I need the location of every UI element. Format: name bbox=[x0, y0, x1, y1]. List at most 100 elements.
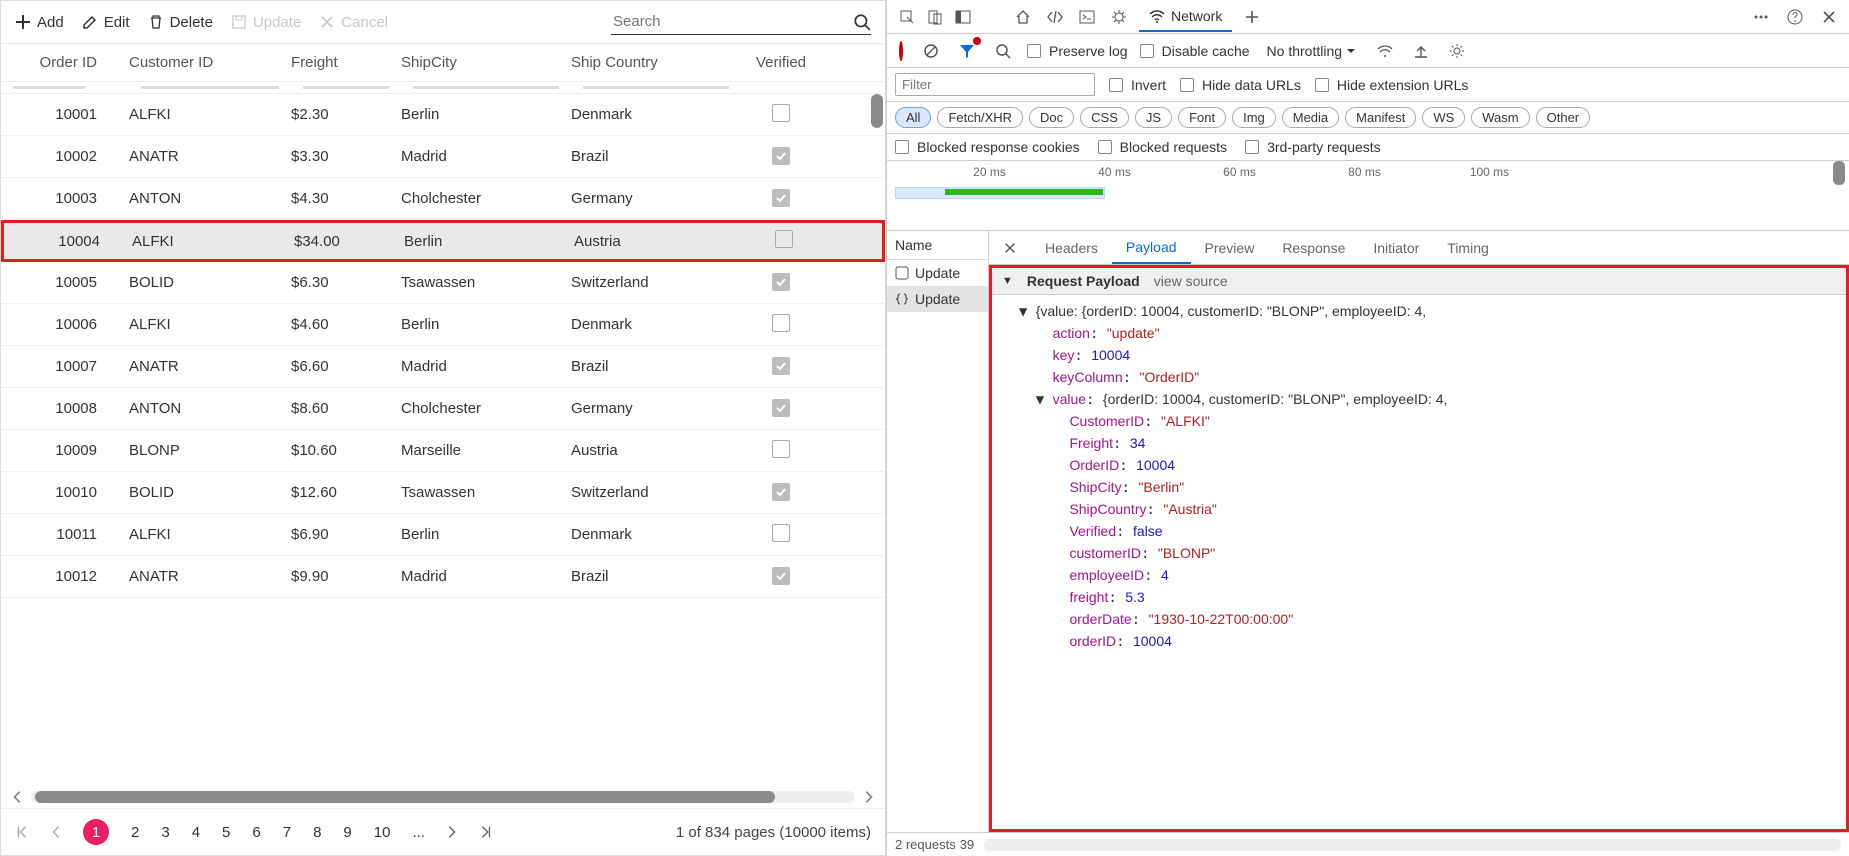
table-row[interactable]: 10010BOLID$12.60TsawassenSwitzerland bbox=[1, 472, 885, 514]
page-number[interactable]: 6 bbox=[252, 824, 260, 841]
network-conditions-icon[interactable] bbox=[1373, 39, 1397, 63]
table-row[interactable]: 10011ALFKI$6.90BerlinDenmark bbox=[1, 514, 885, 556]
pager-next-icon[interactable] bbox=[445, 825, 459, 839]
page-number[interactable]: 3 bbox=[161, 824, 169, 841]
col-ship-city[interactable]: ShipCity bbox=[401, 54, 571, 71]
table-row[interactable]: 10008ANTON$8.60CholchesterGermany bbox=[1, 388, 885, 430]
type-filter-pill[interactable]: Doc bbox=[1029, 107, 1074, 128]
settings-icon[interactable] bbox=[1445, 39, 1469, 63]
clear-icon[interactable] bbox=[919, 39, 943, 63]
verified-checkbox[interactable] bbox=[772, 524, 790, 542]
preview-tab[interactable]: Preview bbox=[1191, 231, 1269, 264]
hide-data-urls-checkbox[interactable]: Hide data URLs bbox=[1180, 77, 1301, 93]
view-source-link[interactable]: view source bbox=[1154, 273, 1228, 289]
page-number[interactable]: 5 bbox=[222, 824, 230, 841]
table-row[interactable]: 10012ANATR$9.90MadridBrazil bbox=[1, 556, 885, 598]
search-icon[interactable] bbox=[991, 39, 1015, 63]
search-icon[interactable] bbox=[853, 13, 871, 31]
blocked-requests-checkbox[interactable]: Blocked requests bbox=[1098, 139, 1227, 155]
type-filter-pill[interactable]: Img bbox=[1232, 107, 1276, 128]
new-tab-icon[interactable] bbox=[1240, 5, 1264, 29]
col-order-id[interactable]: Order ID bbox=[1, 54, 121, 71]
type-filter-pill[interactable]: Other bbox=[1536, 107, 1591, 128]
type-filter-pill[interactable]: Wasm bbox=[1471, 107, 1529, 128]
timeline[interactable]: 20 ms 40 ms 60 ms 80 ms 100 ms bbox=[887, 161, 1849, 231]
page-number[interactable]: 2 bbox=[131, 824, 139, 841]
page-number[interactable]: 9 bbox=[343, 824, 351, 841]
filter-box[interactable] bbox=[13, 86, 85, 89]
type-filter-pill[interactable]: JS bbox=[1135, 107, 1172, 128]
footer-scrollbar[interactable] bbox=[984, 839, 1841, 851]
request-item[interactable]: Update bbox=[887, 260, 988, 286]
verified-checkbox[interactable] bbox=[772, 483, 790, 501]
page-number[interactable]: 1 bbox=[83, 819, 109, 845]
filter-box[interactable] bbox=[413, 86, 559, 89]
verified-checkbox[interactable] bbox=[772, 189, 790, 207]
invert-checkbox[interactable]: Invert bbox=[1109, 77, 1166, 93]
filter-funnel-icon[interactable] bbox=[955, 39, 979, 63]
page-number[interactable]: ... bbox=[412, 824, 425, 841]
update-button[interactable]: Update bbox=[231, 14, 301, 31]
search-input[interactable] bbox=[611, 9, 853, 34]
verified-checkbox[interactable] bbox=[772, 357, 790, 375]
request-item[interactable]: Update bbox=[887, 286, 988, 312]
col-verified[interactable]: Verified bbox=[741, 54, 821, 71]
col-ship-country[interactable]: Ship Country bbox=[571, 54, 741, 71]
type-filter-pill[interactable]: WS bbox=[1422, 107, 1465, 128]
throttling-select[interactable]: No throttling bbox=[1262, 40, 1361, 62]
type-filter-pill[interactable]: Fetch/XHR bbox=[937, 107, 1023, 128]
table-row[interactable]: 10009BLONP$10.60MarseilleAustria bbox=[1, 430, 885, 472]
scroll-thumb[interactable] bbox=[35, 791, 775, 803]
network-tab[interactable]: Network bbox=[1139, 2, 1232, 32]
vertical-scrollbar[interactable] bbox=[871, 94, 883, 786]
payload-section-header[interactable]: ▼ Request Payload view source bbox=[992, 268, 1846, 295]
table-row[interactable]: 10005BOLID$6.30TsawassenSwitzerland bbox=[1, 262, 885, 304]
headers-tab[interactable]: Headers bbox=[1031, 231, 1112, 264]
pager-first-icon[interactable] bbox=[15, 825, 29, 839]
filter-box[interactable] bbox=[583, 86, 729, 89]
scroll-right-icon[interactable] bbox=[861, 790, 875, 804]
hide-ext-urls-checkbox[interactable]: Hide extension URLs bbox=[1315, 77, 1469, 93]
page-number[interactable]: 7 bbox=[283, 824, 291, 841]
third-party-checkbox[interactable]: 3rd-party requests bbox=[1245, 139, 1381, 155]
page-number[interactable]: 8 bbox=[313, 824, 321, 841]
console-icon[interactable] bbox=[1075, 5, 1099, 29]
verified-checkbox[interactable] bbox=[772, 104, 790, 122]
table-row[interactable]: 10002ANATR$3.30MadridBrazil bbox=[1, 136, 885, 178]
help-icon[interactable] bbox=[1783, 5, 1807, 29]
type-filter-pill[interactable]: Font bbox=[1178, 107, 1226, 128]
type-filter-pill[interactable]: All bbox=[895, 107, 931, 128]
search-box[interactable] bbox=[611, 9, 871, 35]
verified-checkbox[interactable] bbox=[772, 399, 790, 417]
collapse-icon[interactable]: ▼ bbox=[1002, 275, 1013, 287]
type-filter-pill[interactable]: Manifest bbox=[1345, 107, 1416, 128]
response-tab[interactable]: Response bbox=[1268, 231, 1359, 264]
verified-checkbox[interactable] bbox=[772, 567, 790, 585]
add-button[interactable]: Add bbox=[15, 14, 64, 31]
table-row[interactable]: 10007ANATR$6.60MadridBrazil bbox=[1, 346, 885, 388]
table-row[interactable]: 10001ALFKI$2.30BerlinDenmark bbox=[1, 94, 885, 136]
table-row[interactable]: 10006ALFKI$4.60BerlinDenmark bbox=[1, 304, 885, 346]
table-row[interactable]: 10003ANTON$4.30CholchesterGermany bbox=[1, 178, 885, 220]
device-icon[interactable] bbox=[923, 5, 947, 29]
verified-checkbox[interactable] bbox=[772, 314, 790, 332]
elements-icon[interactable] bbox=[1043, 5, 1067, 29]
table-row[interactable]: 10004ALFKI$34.00BerlinAustria bbox=[1, 220, 885, 262]
pager-prev-icon[interactable] bbox=[49, 825, 63, 839]
delete-button[interactable]: Delete bbox=[148, 14, 213, 31]
home-icon[interactable] bbox=[1011, 5, 1035, 29]
dock-icon[interactable] bbox=[951, 5, 975, 29]
page-number[interactable]: 10 bbox=[374, 824, 391, 841]
blocked-cookies-checkbox[interactable]: Blocked response cookies bbox=[895, 139, 1080, 155]
initiator-tab[interactable]: Initiator bbox=[1359, 231, 1433, 264]
horizontal-scrollbar[interactable] bbox=[1, 786, 885, 808]
verified-checkbox[interactable] bbox=[772, 273, 790, 291]
verified-checkbox[interactable] bbox=[772, 440, 790, 458]
pager-last-icon[interactable] bbox=[479, 825, 493, 839]
import-icon[interactable] bbox=[1409, 39, 1433, 63]
record-icon[interactable] bbox=[895, 39, 907, 63]
type-filter-pill[interactable]: Media bbox=[1282, 107, 1339, 128]
col-freight[interactable]: Freight bbox=[291, 54, 401, 71]
cancel-button[interactable]: Cancel bbox=[319, 14, 388, 31]
page-number[interactable]: 4 bbox=[192, 824, 200, 841]
